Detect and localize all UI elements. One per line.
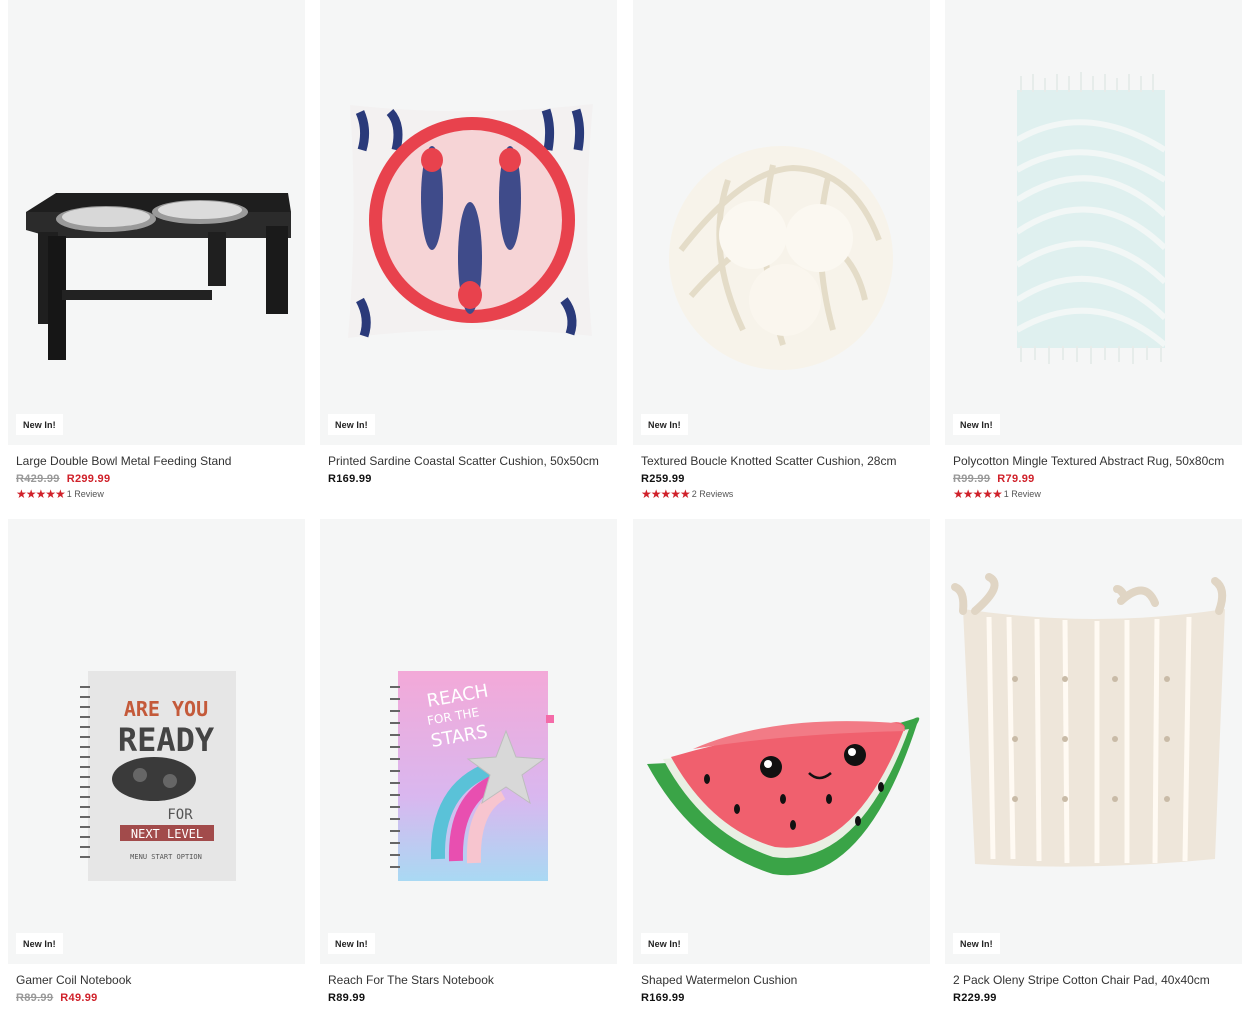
product-info: Shaped Watermelon Cushion R169.99 [633, 964, 930, 1004]
new-in-badge: New In! [953, 933, 1000, 954]
product-info: Polycotton Mingle Textured Abstract Rug,… [945, 445, 1242, 500]
product-info: 2 Pack Oleny Stripe Cotton Chair Pad, 40… [945, 964, 1242, 1004]
product-image[interactable]: New In! [633, 519, 930, 964]
price: R229.99 [953, 992, 997, 1004]
product-image[interactable]: REACH FOR THE STARS New In! [320, 519, 617, 964]
stars-notebook-image: REACH FOR THE STARS [390, 671, 554, 881]
product-card[interactable]: New In! Large Double Bowl Metal Feeding … [8, 0, 305, 500]
price-row: R229.99 [953, 992, 1234, 1004]
product-image[interactable]: New In! [945, 519, 1242, 964]
new-in-badge: New In! [16, 933, 63, 954]
pet-bowl-stand-image [26, 193, 291, 360]
rating-row[interactable]: ★★★★★ 1 Review [953, 488, 1234, 500]
product-image[interactable]: New In! [633, 0, 930, 445]
svg-text:MENU START OPTION: MENU START OPTION [130, 853, 202, 861]
product-card[interactable]: New In! Textured Boucle Knotted Scatter … [633, 0, 930, 500]
price: R169.99 [641, 992, 685, 1004]
price-row: R259.99 [641, 473, 922, 485]
svg-text:FOR: FOR [167, 807, 193, 823]
price-row: R89.99 R49.99 [16, 992, 297, 1004]
product-image[interactable]: New In! [320, 0, 617, 445]
svg-text:ARE YOU: ARE YOU [124, 697, 208, 721]
product-title[interactable]: Textured Boucle Knotted Scatter Cushion,… [641, 454, 922, 468]
star-rating-icon: ★★★★★ [16, 487, 66, 501]
new-in-badge: New In! [16, 414, 63, 435]
gamer-notebook-image: ARE YOU READY FOR NEXT LEVEL MENU START … [80, 671, 236, 881]
product-title[interactable]: Reach For The Stars Notebook [328, 973, 609, 987]
sale-price: R299.99 [66, 473, 111, 485]
product-title[interactable]: Gamer Coil Notebook [16, 973, 297, 987]
was-price: R89.99 [16, 992, 54, 1004]
was-price: R99.99 [953, 473, 991, 485]
product-info: Gamer Coil Notebook R89.99 R49.99 [8, 964, 305, 1004]
price-row: R169.99 [328, 473, 609, 485]
price-row: R429.99 R299.99 [16, 473, 297, 485]
product-grid: New In! Large Double Bowl Metal Feeding … [0, 0, 1250, 1036]
svg-text:READY: READY [118, 721, 215, 759]
product-title[interactable]: Large Double Bowl Metal Feeding Stand [16, 454, 297, 468]
price: R169.99 [328, 473, 372, 485]
product-image[interactable]: ARE YOU READY FOR NEXT LEVEL MENU START … [8, 519, 305, 964]
star-rating-icon: ★★★★★ [953, 487, 1003, 501]
product-title[interactable]: Shaped Watermelon Cushion [641, 973, 922, 987]
price: R259.99 [641, 473, 685, 485]
review-count: 2 Reviews [691, 489, 734, 499]
product-title[interactable]: Polycotton Mingle Textured Abstract Rug,… [953, 454, 1234, 468]
product-info: Textured Boucle Knotted Scatter Cushion,… [633, 445, 930, 500]
chair-pad-image [951, 573, 1227, 867]
product-card[interactable]: New In! Printed Sardine Coastal Scatter … [320, 0, 617, 485]
price-row: R89.99 [328, 992, 609, 1004]
sardine-cushion-image [348, 104, 593, 338]
sale-price: R79.99 [997, 473, 1035, 485]
product-card[interactable]: REACH FOR THE STARS New In! Reach For Th… [320, 519, 617, 1004]
product-image[interactable]: New In! [945, 0, 1242, 445]
product-info: Printed Sardine Coastal Scatter Cushion,… [320, 445, 617, 485]
svg-text:NEXT LEVEL: NEXT LEVEL [131, 827, 203, 841]
price-row: R99.99 R79.99 [953, 473, 1234, 485]
product-card[interactable]: New In! Shaped Watermelon Cushion R169.9… [633, 519, 930, 1004]
product-card[interactable]: New In! Polycotton Mingle Textured Abstr… [945, 0, 1242, 500]
new-in-badge: New In! [641, 933, 688, 954]
rating-row[interactable]: ★★★★★ 1 Review [16, 488, 297, 500]
product-card[interactable]: ARE YOU READY FOR NEXT LEVEL MENU START … [8, 519, 305, 1004]
product-card[interactable]: New In! 2 Pack Oleny Stripe Cotton Chair… [945, 519, 1242, 1004]
new-in-badge: New In! [953, 414, 1000, 435]
review-count: 1 Review [66, 489, 104, 499]
product-info: Reach For The Stars Notebook R89.99 [320, 964, 617, 1004]
product-title[interactable]: Printed Sardine Coastal Scatter Cushion,… [328, 454, 609, 468]
product-title[interactable]: 2 Pack Oleny Stripe Cotton Chair Pad, 40… [953, 973, 1234, 987]
sale-price: R49.99 [60, 992, 98, 1004]
rug-image [1015, 72, 1168, 364]
new-in-badge: New In! [641, 414, 688, 435]
watermelon-cushion-image [647, 717, 920, 876]
rating-row[interactable]: ★★★★★ 2 Reviews [641, 488, 922, 500]
new-in-badge: New In! [328, 933, 375, 954]
product-info: Large Double Bowl Metal Feeding Stand R4… [8, 445, 305, 500]
knot-cushion-image [669, 146, 893, 370]
product-image[interactable]: New In! [8, 0, 305, 445]
star-rating-icon: ★★★★★ [641, 487, 691, 501]
was-price: R429.99 [16, 473, 60, 485]
price: R89.99 [328, 992, 366, 1004]
price-row: R169.99 [641, 992, 922, 1004]
review-count: 1 Review [1003, 489, 1041, 499]
new-in-badge: New In! [328, 414, 375, 435]
